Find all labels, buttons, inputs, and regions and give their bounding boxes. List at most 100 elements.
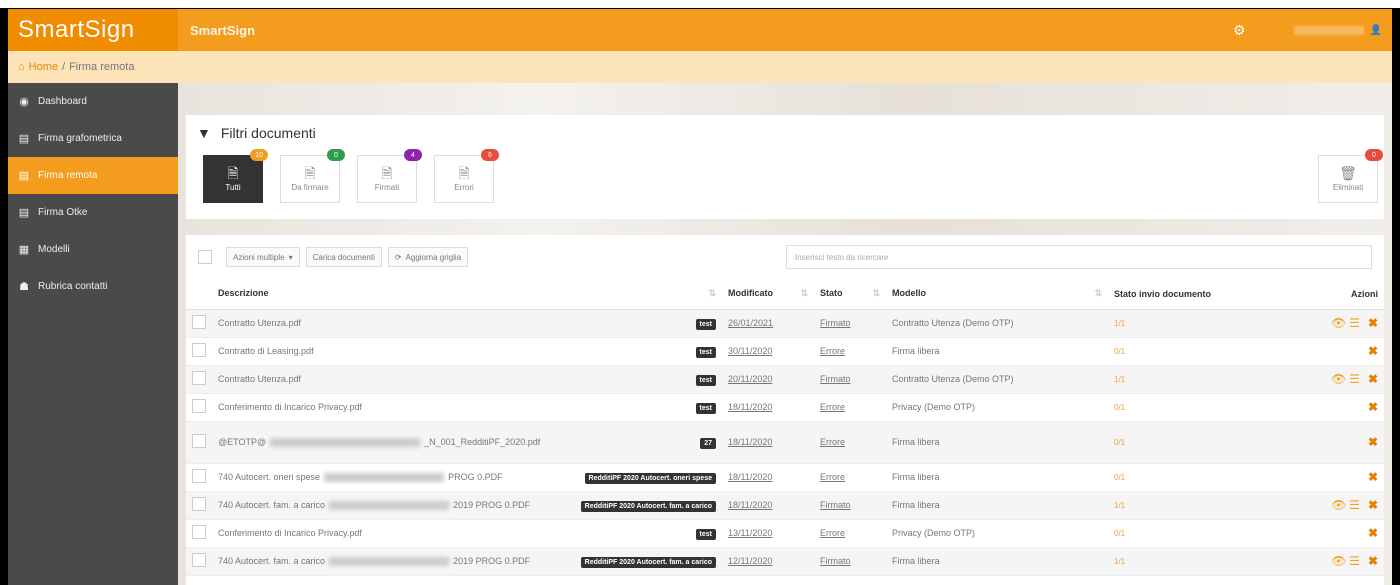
description-text: 740 Autocert. oneri spese	[218, 471, 321, 482]
breadcrumb: ⌂ Home / Firma remota	[8, 51, 1392, 83]
filter-icon: ▼	[197, 125, 211, 141]
col-stato-invio[interactable]: Stato invio documento	[1108, 279, 1304, 310]
filter-button[interactable]: 0 🗎 Da firmare	[280, 149, 345, 203]
send-status-text: 1/1	[1114, 557, 1126, 566]
row-checkbox[interactable]	[192, 469, 206, 483]
delete-icon[interactable]: ✖	[1368, 435, 1378, 449]
redacted-text	[324, 473, 445, 483]
description-cell: 740 Autocert. oneri spese PROG 0.PDF Reddi…	[212, 463, 722, 492]
view-icon[interactable]: 👁	[1331, 372, 1346, 386]
bulk-actions-button[interactable]: Azioni multiple ▾	[226, 247, 300, 267]
table-row[interactable]: 740 Autocert. fam. a carico 2019 PROG 0.P…	[186, 491, 1384, 520]
document-tag: test	[695, 319, 716, 330]
model-text: Contratto Utenza (Demo OTP)	[892, 318, 1014, 328]
modified-cell: 18/11/2020	[722, 421, 814, 464]
sidebar-item[interactable]: ◉ Dashboard	[8, 83, 178, 120]
filter-button-deleted[interactable]: 0 🗑 Eliminati	[1318, 149, 1383, 203]
app-title: SmartSign	[190, 22, 256, 38]
delete-icon[interactable]: ✖	[1368, 470, 1378, 484]
col-stato[interactable]: Stato ⇅	[814, 279, 886, 310]
delete-icon[interactable]: ✖	[1368, 498, 1378, 512]
row-checkbox[interactable]	[192, 497, 206, 511]
send-status-cell: 1/1	[1108, 365, 1304, 394]
description-text: @ETOTP@	[218, 436, 267, 447]
filter-button[interactable]: 4 🗎 Firmati	[357, 149, 422, 203]
refresh-label: Aggiorna griglia	[405, 252, 462, 262]
sidebar-item[interactable]: ▤ Firma Otke	[8, 194, 178, 231]
col-modello[interactable]: Modello ⇅	[886, 279, 1108, 310]
document-tag: test	[695, 403, 716, 414]
breadcrumb-home[interactable]: Home	[29, 61, 58, 73]
row-checkbox[interactable]	[192, 525, 206, 539]
col-modificato[interactable]: Modificato ⇅	[722, 279, 814, 310]
view-icon[interactable]: 👁	[1331, 554, 1346, 568]
row-checkbox[interactable]	[192, 371, 206, 385]
sidebar-item[interactable]: ☗ Rubrica contatti	[8, 268, 178, 305]
delete-icon[interactable]: ✖	[1368, 554, 1378, 568]
list-icon[interactable]: ☰	[1349, 316, 1360, 330]
home-icon: ⌂	[18, 61, 25, 73]
description-cell: Contratto Utenza.pdf test	[212, 309, 722, 338]
send-status-text: 0/1	[1114, 438, 1126, 447]
sidebar-item[interactable]: ▦ Modelli	[8, 231, 178, 268]
row-checkbox[interactable]	[192, 434, 206, 448]
sidebar-item[interactable]: ▤ Firma remota	[8, 157, 178, 194]
modified-cell: 26/01/2021	[722, 309, 814, 338]
table-row[interactable]: Contratto di Leasing.pdf test 30/11/2020 Er…	[186, 337, 1384, 366]
table-row[interactable]: Contratto Utenza.pdf test 26/01/2021 Firmat…	[186, 309, 1384, 338]
send-status-text: 0/1	[1114, 473, 1126, 482]
table-row[interactable]: 740 Autocert. oneri spese PROG 0.PDF Reddi…	[186, 463, 1384, 492]
sidebar-item-label: Firma remota	[38, 170, 98, 181]
header-checkbox-col	[186, 279, 212, 310]
row-checkbox-cell	[186, 337, 212, 366]
table-row[interactable]: Conferimento di Incarico Privacy.pdf test…	[186, 393, 1384, 422]
description-text: Contratto Utenza.pdf	[218, 374, 302, 384]
delete-icon[interactable]: ✖	[1368, 372, 1378, 386]
filter-button[interactable]: 6 🗎 Errori	[434, 149, 499, 203]
list-icon[interactable]: ☰	[1349, 372, 1360, 386]
gear-icon[interactable]: ⚙	[1233, 22, 1246, 39]
row-checkbox[interactable]	[192, 553, 206, 567]
send-status-cell: 0/1	[1108, 463, 1304, 492]
browser-strip	[0, 0, 1400, 8]
modified-cell: 18/11/2020	[722, 491, 814, 520]
refresh-grid-button[interactable]: ⟳ Aggiorna griglia	[387, 247, 469, 267]
filter-button[interactable]: 10 🗎 Tutti	[203, 149, 268, 203]
sidebar-item[interactable]: ▤ Firma grafometrica	[8, 120, 178, 157]
table-row[interactable]: 740 Autocert. fam. a carico 2019 PROG 0.P…	[186, 547, 1384, 576]
row-checkbox-cell	[186, 547, 212, 576]
dashboard-icon: ◉	[19, 96, 29, 108]
upload-documents-button[interactable]: Carica documenti	[305, 247, 382, 267]
model-cell: Firma libera	[886, 491, 1108, 520]
table-row[interactable]: @ETOTP@ _N_001_RedditiPF_2020.pdf 27 18/11/…	[186, 421, 1384, 464]
model-text: Privacy (Demo OTP)	[892, 528, 976, 538]
delete-icon[interactable]: ✖	[1368, 400, 1378, 414]
view-icon[interactable]: 👁	[1331, 316, 1346, 330]
list-icon[interactable]: ☰	[1349, 554, 1360, 568]
redacted-text	[329, 501, 450, 511]
delete-icon[interactable]: ✖	[1368, 316, 1378, 330]
modified-date: 18/11/2020	[728, 472, 773, 482]
model-cell: Firma libera	[886, 463, 1108, 492]
col-descrizione[interactable]: Descrizione ⇅	[212, 279, 722, 310]
row-checkbox[interactable]	[192, 315, 206, 329]
row-checkbox[interactable]	[192, 399, 206, 413]
status-text: Firmato	[820, 374, 851, 384]
documents-table-card: Azioni multiple ▾ Carica documenti ⟳ Agg…	[186, 235, 1384, 585]
table-row[interactable]: Contratto Utenza.pdf test 20/11/2020 Firmat…	[186, 365, 1384, 394]
row-checkbox[interactable]	[192, 343, 206, 357]
delete-icon[interactable]: ✖	[1368, 344, 1378, 358]
list-icon[interactable]: ☰	[1349, 498, 1360, 512]
delete-icon[interactable]: ✖	[1368, 526, 1378, 540]
user-menu[interactable]: 👤	[1293, 25, 1382, 36]
search-input[interactable]: Inserisci testo da ricercare	[786, 245, 1372, 269]
select-all-checkbox[interactable]	[198, 250, 212, 264]
view-icon[interactable]: 👁	[1331, 498, 1346, 512]
status-text: Errore	[820, 528, 846, 538]
brand-logo[interactable]: SmartSign	[8, 9, 178, 51]
table-row[interactable]: Conferimento di Incarico Privacy.pdf test…	[186, 519, 1384, 548]
filter-label: Eliminati	[1332, 183, 1364, 192]
model-cell: Firma libera	[886, 337, 1108, 366]
document-tag: test	[695, 347, 716, 358]
filter-badge: 0	[327, 149, 345, 161]
